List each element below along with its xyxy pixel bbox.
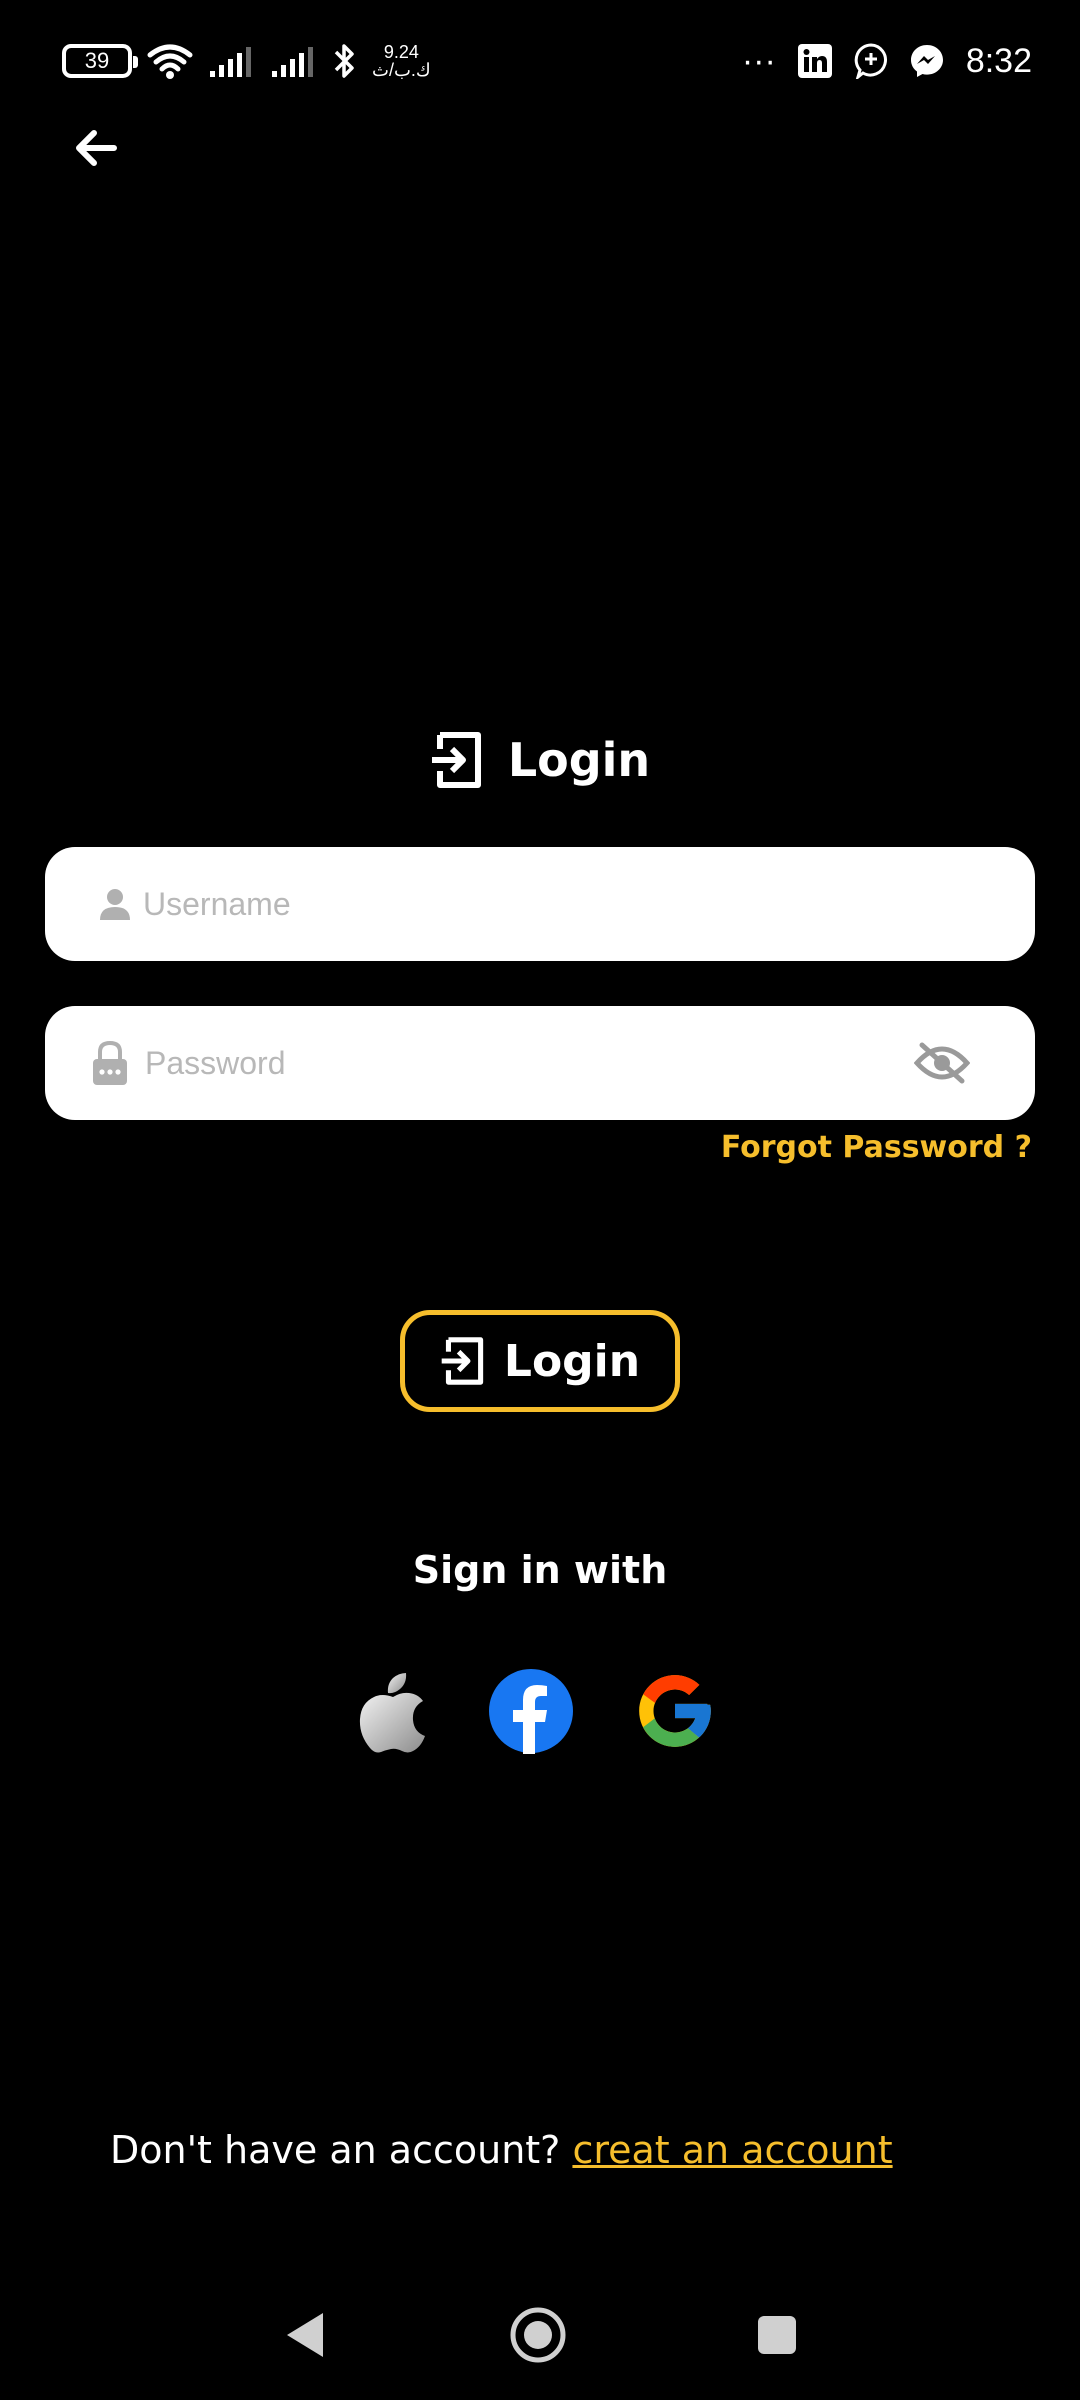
square-recents-icon — [758, 2316, 796, 2354]
login-button-label: Login — [503, 1335, 641, 1387]
linkedin-icon — [797, 44, 832, 78]
status-bar: 39 9.24 ك.ب/ث ··· 8:32 — [0, 0, 1080, 120]
chat-plus-icon — [854, 43, 887, 79]
username-field[interactable] — [45, 847, 1035, 961]
signup-prompt-text: Don't have an account? — [110, 2128, 561, 2172]
create-account-link[interactable]: creat an account — [572, 2128, 892, 2172]
login-heading: Login — [0, 720, 1080, 800]
triangle-back-icon — [287, 2313, 323, 2357]
bluetooth-icon — [334, 44, 354, 78]
apple-icon — [359, 1673, 425, 1753]
social-login-row — [0, 1666, 1080, 1756]
status-bar-left: 39 9.24 ك.ب/ث — [62, 36, 431, 86]
username-input[interactable] — [143, 847, 1035, 961]
nav-recents-button[interactable] — [742, 2300, 812, 2370]
password-field[interactable] — [45, 1006, 1035, 1120]
sign-in-with-label: Sign in with — [412, 1548, 668, 1592]
login-icon — [431, 732, 481, 788]
circle-home-icon — [510, 2307, 566, 2363]
lock-icon — [45, 1040, 145, 1086]
google-icon — [639, 1675, 711, 1747]
more-notifications-icon: ··· — [741, 41, 776, 80]
user-icon — [45, 888, 143, 920]
eye-off-icon — [914, 1042, 970, 1084]
battery-level: 39 — [84, 48, 110, 73]
login-button[interactable]: Login — [400, 1310, 680, 1412]
facebook-sign-in-button[interactable] — [486, 1666, 576, 1756]
nav-back-button[interactable] — [270, 2300, 340, 2370]
signal-icon-1 — [210, 47, 251, 77]
login-icon — [441, 1337, 484, 1385]
back-button[interactable] — [66, 118, 126, 178]
forgot-password-link[interactable]: Forgot Password ? — [721, 1130, 1032, 1165]
network-speed-unit: ك.ب/ث — [372, 60, 431, 80]
facebook-icon — [489, 1669, 573, 1754]
arrow-left-icon — [76, 130, 117, 166]
page-title: Login — [507, 733, 651, 787]
battery-icon: 39 — [62, 44, 138, 78]
messenger-icon — [910, 45, 943, 77]
signal-icon-2 — [272, 47, 313, 77]
apple-sign-in-button[interactable] — [348, 1666, 438, 1756]
status-bar-right: ··· 8:32 — [742, 36, 1032, 86]
network-speed: 9.24 ك.ب/ث — [372, 43, 431, 79]
wifi-icon — [147, 44, 193, 79]
network-speed-value: 9.24 — [383, 42, 419, 62]
toggle-password-visibility[interactable] — [897, 1028, 987, 1098]
signup-prompt: Don't have an account? creat an account — [110, 2128, 893, 2172]
clock: 8:32 — [965, 41, 1032, 80]
nav-home-button[interactable] — [503, 2300, 573, 2370]
password-input[interactable] — [145, 1006, 897, 1120]
google-sign-in-button[interactable] — [630, 1666, 720, 1756]
